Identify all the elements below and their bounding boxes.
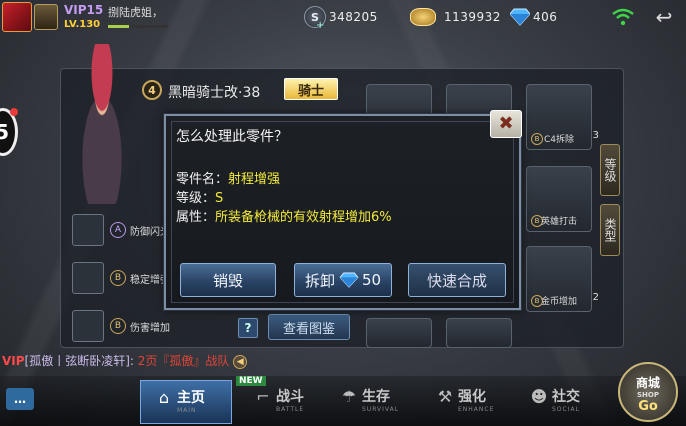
part-row[interactable]: B 伤害增加 — [72, 310, 170, 342]
notification-dot — [10, 108, 18, 116]
nav-battle[interactable]: ⌐ 战斗 BATTLE — [240, 380, 332, 424]
chat-vip-tag: VIP — [2, 354, 25, 368]
plus-icon: + — [316, 20, 325, 31]
people-icon: ☻ — [530, 387, 548, 406]
inventory-slot[interactable] — [446, 318, 512, 348]
player-name: 捌陆虎姐， — [108, 6, 163, 19]
part-level-value: S — [215, 191, 224, 206]
wifi-icon — [612, 8, 634, 26]
part-slot-icon — [72, 214, 104, 246]
player-level: LV.130 — [64, 19, 101, 30]
chat-message: 2页『孤傲』战队 — [137, 354, 230, 368]
home-icon: ⌂ — [158, 388, 170, 407]
slot-label: C4拆除 — [543, 135, 574, 145]
tab-type-label: 类型 — [603, 218, 617, 242]
tab-level-label: 等级 — [603, 158, 617, 182]
inventory-slot[interactable]: B C4拆除 3 — [526, 84, 599, 150]
parachute-icon: ☂ — [341, 387, 357, 406]
rank-tag: 骑士 — [284, 78, 338, 100]
destroy-button[interactable]: 销毁 — [180, 263, 276, 297]
exp-bar-fill — [108, 25, 129, 28]
part-attr-line: 属性：所装备枪械的有效射程增加6% — [176, 206, 392, 225]
weapon-level-badge: 4 — [142, 80, 162, 100]
part-attr-value: 所装备枪械的有效射程增加6% — [215, 210, 392, 225]
currency-diamond[interactable]: 406 — [510, 6, 557, 28]
nav-social-label: 社交 — [552, 389, 580, 405]
player-avatar[interactable] — [2, 2, 32, 32]
currency-gold-value: 1139932 — [444, 10, 501, 24]
top-bar: VIP15 捌陆虎姐， LV.130 S + 348205 1139932 40… — [0, 0, 686, 38]
currency-gold[interactable]: 1139932 — [410, 6, 501, 28]
chat-sender: [孤傲丨弦断卧凌轩]: — [24, 354, 134, 368]
vip-label: VIP15 — [64, 3, 104, 17]
hammer-icon: ⚒ — [437, 387, 453, 406]
part-attr-label: 属性： — [176, 210, 216, 225]
nav-main[interactable]: ⌂ 主页 MAIN — [140, 380, 232, 424]
gun-icon: ⌐ — [256, 387, 270, 406]
gold-coin-icon — [410, 8, 436, 26]
nav-enhance-label: 强化 — [458, 389, 486, 405]
nav-main-sub: MAIN — [177, 407, 197, 414]
weapon-name: 黑暗骑士改·38 — [168, 85, 261, 101]
part-grade-badge: B — [110, 270, 126, 286]
part-grade-badge: B — [110, 318, 126, 334]
currency-s[interactable]: S + 348205 — [304, 6, 378, 31]
part-name-value: 射程增强 — [228, 172, 281, 187]
chat-arrow-icon[interactable]: ◀ — [233, 354, 248, 369]
shop-label-cn: 商城 — [635, 376, 660, 390]
nav-battle-sub: BATTLE — [276, 406, 305, 413]
currency-diamond-value: 406 — [533, 10, 558, 24]
part-row[interactable]: B 稳定增强 — [72, 262, 170, 294]
part-name-label: 零件名： — [176, 172, 229, 187]
close-icon[interactable]: ✖ — [490, 110, 522, 138]
chat-button[interactable]: … — [6, 388, 34, 410]
part-grade-badge: A — [110, 222, 126, 238]
exp-bar — [108, 25, 168, 28]
shop-button[interactable]: 商城 SHOP Go — [618, 362, 678, 422]
part-label: 伤害增加 — [130, 323, 170, 334]
nav-social[interactable]: ☻ 社交 SOCIAL — [516, 380, 608, 424]
tab-level[interactable]: 等级 — [600, 144, 620, 196]
slot-count: 3 — [592, 130, 599, 141]
dialog-question: 怎么处理此零件？ — [176, 129, 288, 145]
part-slot-icon — [72, 310, 104, 342]
dismantle-button[interactable]: 拆卸 50 — [294, 263, 392, 297]
slot-count: 2 — [592, 292, 599, 303]
currency-s-value: 348205 — [329, 10, 378, 24]
diamond-icon — [510, 8, 530, 26]
dismantle-label: 拆卸 — [304, 271, 335, 290]
help-button[interactable]: ? — [238, 318, 258, 338]
dismantle-cost: 50 — [361, 271, 382, 289]
inventory-slot[interactable]: B 英雄打击 — [526, 166, 592, 232]
nav-main-label: 主页 — [177, 390, 205, 406]
nav-enhance-sub: ENHANCE — [458, 406, 495, 413]
back-icon[interactable]: ↩ — [652, 6, 676, 28]
tab-type[interactable]: 类型 — [600, 204, 620, 256]
diamond-icon — [339, 272, 359, 288]
view-catalog-button[interactable]: 查看图鉴 — [268, 314, 350, 340]
nav-survival-sub: SURVIVAL — [362, 406, 400, 413]
character-portrait — [66, 44, 138, 204]
shop-label-en: SHOP — [637, 391, 659, 399]
inventory-slot[interactable] — [366, 318, 432, 348]
nav-social-sub: SOCIAL — [552, 406, 580, 413]
nav-survival[interactable]: ☂ 生存 SURVIVAL — [326, 380, 418, 424]
shop-go: Go — [638, 399, 658, 414]
part-row[interactable]: A 防御闪光 — [72, 214, 170, 246]
part-slot-icon — [72, 262, 104, 294]
part-level-label: 等级： — [176, 191, 216, 206]
inventory-slot[interactable]: B 金币增加 2 — [526, 246, 599, 312]
vip-badge-icon — [34, 4, 58, 30]
quick-synthesis-button[interactable]: 快速合成 — [408, 263, 506, 297]
slot-label: 金币增加 — [540, 297, 577, 307]
part-name-line: 零件名：射程增强 — [176, 168, 280, 187]
part-level-line: 等级：S — [176, 187, 223, 206]
chat-line[interactable]: VIP[孤傲丨弦断卧凌轩]: 2页『孤傲』战队 ◀ — [2, 352, 248, 369]
slot-label: 英雄打击 — [540, 217, 577, 227]
nav-enhance[interactable]: ⚒ 强化 ENHANCE — [422, 380, 514, 424]
nav-battle-label: 战斗 — [276, 389, 304, 405]
nav-survival-label: 生存 — [362, 389, 390, 405]
